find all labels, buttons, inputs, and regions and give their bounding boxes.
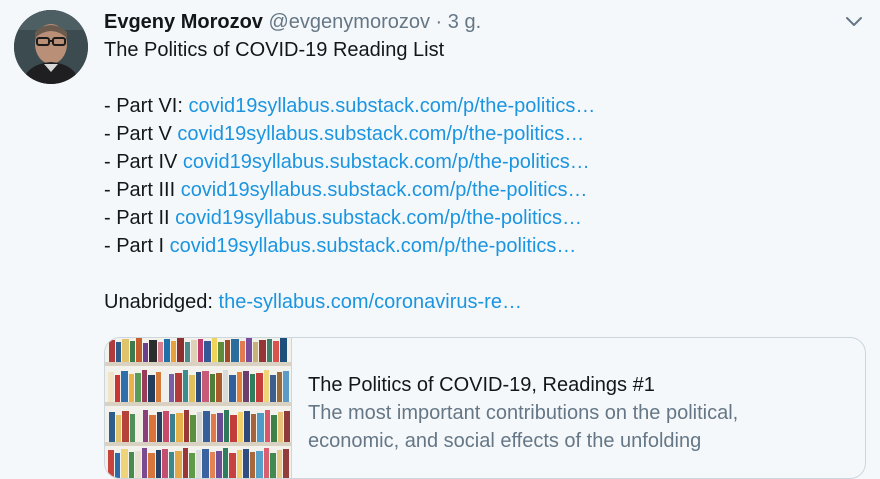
tweet-header: Evgeny Morozov @evgenymorozov · 3 g. <box>104 8 864 36</box>
tweet-title-line: The Politics of COVID-19 Reading List <box>104 39 445 61</box>
part-line: - Part I covid19syllabus.substack.com/p/… <box>104 232 864 260</box>
separator: · <box>435 11 443 33</box>
card-description: economic, and social effects of the unfo… <box>308 430 702 452</box>
avatar[interactable] <box>14 10 88 84</box>
tweet-text: The Politics of COVID-19 Reading List - … <box>104 36 864 316</box>
part-link[interactable]: covid19syllabus.substack.com/p/the-polit… <box>181 179 588 201</box>
card-image <box>105 338 292 478</box>
part-label: - Part I <box>104 235 165 257</box>
tweet-body: Evgeny Morozov @evgenymorozov · 3 g. The… <box>104 8 864 316</box>
part-label: - Part IV <box>104 151 178 173</box>
link-preview-card[interactable]: The Politics of COVID-19, Readings #1 Th… <box>104 337 866 479</box>
part-label: - Part VI: <box>104 95 183 117</box>
tweet-timestamp[interactable]: 3 g. <box>448 11 481 33</box>
part-line: - Part IV covid19syllabus.substack.com/p… <box>104 148 864 176</box>
bookshelf-image <box>105 338 291 478</box>
part-link[interactable]: covid19syllabus.substack.com/p/the-polit… <box>188 95 595 117</box>
part-line: - Part III covid19syllabus.substack.com/… <box>104 176 864 204</box>
avatar-photo <box>14 10 88 84</box>
unabridged-link[interactable]: the-syllabus.com/coronavirus-re… <box>219 291 522 313</box>
part-link[interactable]: covid19syllabus.substack.com/p/the-polit… <box>175 207 582 229</box>
author-handle[interactable]: @evgenymorozov <box>268 11 429 33</box>
part-link[interactable]: covid19syllabus.substack.com/p/the-polit… <box>177 123 584 145</box>
part-label: - Part V <box>104 123 172 145</box>
card-title: The Politics of COVID-19, Readings #1 <box>308 374 655 396</box>
part-line: - Part II covid19syllabus.substack.com/p… <box>104 204 864 232</box>
part-label: - Part II <box>104 207 170 229</box>
part-line: - Part VI: covid19syllabus.substack.com/… <box>104 92 864 120</box>
part-label: - Part III <box>104 179 176 201</box>
unabridged-label: Unabridged: <box>104 291 213 313</box>
author-name[interactable]: Evgeny Morozov <box>104 11 263 33</box>
part-line: - Part V covid19syllabus.substack.com/p/… <box>104 120 864 148</box>
part-link[interactable]: covid19syllabus.substack.com/p/the-polit… <box>183 151 590 173</box>
unabridged-line: Unabridged: the-syllabus.com/coronavirus… <box>104 288 864 316</box>
part-link[interactable]: covid19syllabus.substack.com/p/the-polit… <box>170 235 577 257</box>
card-description: The most important contributions on the … <box>308 402 739 424</box>
card-text: The Politics of COVID-19, Readings #1 Th… <box>308 371 848 455</box>
